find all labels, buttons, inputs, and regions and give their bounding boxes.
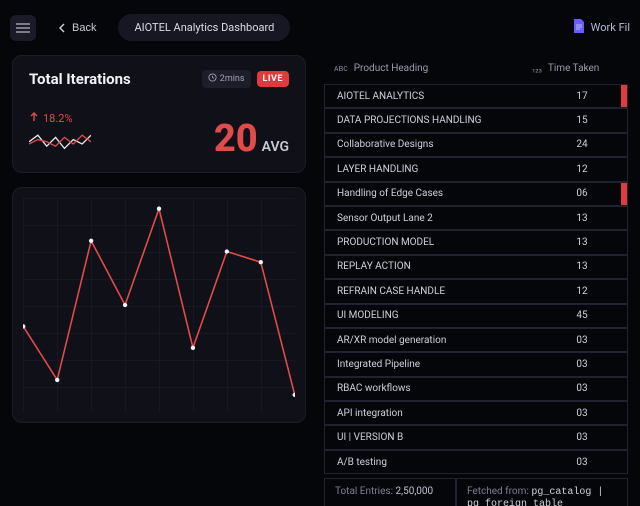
table-row[interactable]: A/B testing03 [324, 450, 628, 474]
cell-product: AR/XR model generation [325, 335, 543, 346]
table-row[interactable]: Sensor Output Lane 213 [324, 206, 628, 230]
status-strip [621, 280, 627, 302]
clock-icon [208, 73, 217, 85]
refresh-label: 2mins [220, 74, 245, 84]
status-strip [621, 353, 627, 375]
col-time-taken[interactable]: Time Taken [548, 63, 599, 74]
status-strip [621, 305, 627, 327]
iterations-line-chart [23, 198, 295, 412]
total-entries: Total Entries: 2,50,000 [324, 478, 456, 506]
table-row[interactable]: Handling of Edge Cases06 [324, 182, 628, 206]
status-strip [621, 183, 627, 205]
back-label: Back [72, 22, 96, 34]
cell-product: UI MODELING [325, 310, 543, 321]
table-row[interactable]: UI | VERSION B03 [324, 425, 628, 449]
cell-time: 12 [543, 286, 621, 297]
table-row[interactable]: REPLAY ACTION13 [324, 255, 628, 279]
app-header: Back AIOTEL Analytics Dashboard Work Fil [0, 0, 640, 55]
card-title: Total Iterations [29, 70, 131, 88]
pct-value: 18.2% [43, 112, 73, 125]
fetched-from: Fetched from: pg_catalog | pg_foreign_ta… [456, 478, 628, 506]
status-strip [621, 378, 627, 400]
work-file-label: Work Fil [591, 21, 630, 34]
work-file-button[interactable]: Work Fil [573, 19, 630, 36]
cell-product: REFRAIN CASE HANDLE [325, 286, 543, 297]
cell-product: PRODUCTION MODEL [325, 237, 543, 248]
status-strip [621, 134, 627, 156]
pct-change: 18.2% [29, 112, 91, 125]
cell-product: LAYER HANDLING [325, 164, 543, 175]
table-row[interactable]: Collaborative Designs24 [324, 133, 628, 157]
cell-product: AIOTEL ANALYTICS [325, 91, 543, 102]
status-strip [621, 207, 627, 229]
chevron-left-icon [58, 23, 66, 33]
menu-button[interactable] [10, 15, 36, 41]
cell-product: Collaborative Designs [325, 139, 543, 150]
refresh-badge[interactable]: 2mins [202, 70, 251, 88]
number-type-icon: ₁₂₃ [532, 64, 542, 74]
cell-time: 24 [543, 139, 621, 150]
status-strip [621, 158, 627, 180]
cell-product: REPLAY ACTION [325, 261, 543, 272]
cell-time: 03 [543, 359, 621, 370]
table-row[interactable]: UI MODELING45 [324, 304, 628, 328]
document-icon [573, 19, 585, 36]
back-button[interactable]: Back [48, 16, 106, 40]
page-title: AIOTEL Analytics Dashboard [118, 14, 290, 41]
cell-product: DATA PROJECTIONS HANDLING [325, 115, 543, 126]
status-strip [621, 402, 627, 424]
cell-time: 13 [543, 213, 621, 224]
status-strip [621, 426, 627, 448]
table-row[interactable]: REFRAIN CASE HANDLE12 [324, 279, 628, 303]
cell-time: 13 [543, 237, 621, 248]
table-footer: Total Entries: 2,50,000 Fetched from: pg… [324, 478, 628, 506]
iterations-value: 20 [214, 120, 258, 158]
live-badge: LIVE [257, 71, 289, 87]
iterations-chart-card [12, 187, 306, 423]
total-iterations-card: Total Iterations 2mins LIVE [12, 55, 306, 173]
cell-time: 06 [543, 188, 621, 199]
status-strip [621, 256, 627, 278]
cell-product: Sensor Output Lane 2 [325, 213, 543, 224]
status-strip [621, 451, 627, 473]
cell-product: Integrated Pipeline [325, 359, 543, 370]
col-product-heading[interactable]: Product Heading [354, 63, 429, 74]
cell-product: RBAC workflows [325, 383, 543, 394]
cell-product: UI | VERSION B [325, 432, 543, 443]
table-row[interactable]: AR/XR model generation03 [324, 328, 628, 352]
cell-product: Handling of Edge Cases [325, 188, 543, 199]
cell-time: 03 [543, 457, 621, 468]
sparkline [29, 133, 91, 158]
status-strip [621, 231, 627, 253]
cell-time: 03 [543, 408, 621, 419]
cell-time: 12 [543, 164, 621, 175]
table-row[interactable]: LAYER HANDLING12 [324, 157, 628, 181]
table-row[interactable]: AIOTEL ANALYTICS17 [324, 84, 628, 108]
cell-time: 03 [543, 335, 621, 346]
table-row[interactable]: DATA PROJECTIONS HANDLING15 [324, 108, 628, 132]
avg-label: AVG [262, 139, 289, 155]
table-row[interactable]: Integrated Pipeline03 [324, 352, 628, 376]
status-strip [621, 329, 627, 351]
cell-time: 17 [543, 91, 621, 102]
table-row[interactable]: PRODUCTION MODEL13 [324, 230, 628, 254]
text-type-icon: ᴀʙᴄ [334, 63, 348, 74]
product-table: ᴀʙᴄ Product Heading ₁₂₃ Time Taken AIOTE… [324, 55, 628, 506]
cell-product: A/B testing [325, 457, 543, 468]
cell-time: 45 [543, 310, 621, 321]
table-header: ᴀʙᴄ Product Heading ₁₂₃ Time Taken [324, 55, 628, 84]
cell-time: 13 [543, 261, 621, 272]
cell-time: 15 [543, 115, 621, 126]
cell-time: 03 [543, 383, 621, 394]
menu-icon [16, 23, 30, 33]
status-strip [621, 109, 627, 131]
cell-time: 03 [543, 432, 621, 443]
table-row[interactable]: API integration03 [324, 401, 628, 425]
status-strip [621, 85, 627, 107]
cell-product: API integration [325, 408, 543, 419]
table-row[interactable]: RBAC workflows03 [324, 377, 628, 401]
arrow-up-icon [29, 112, 39, 125]
